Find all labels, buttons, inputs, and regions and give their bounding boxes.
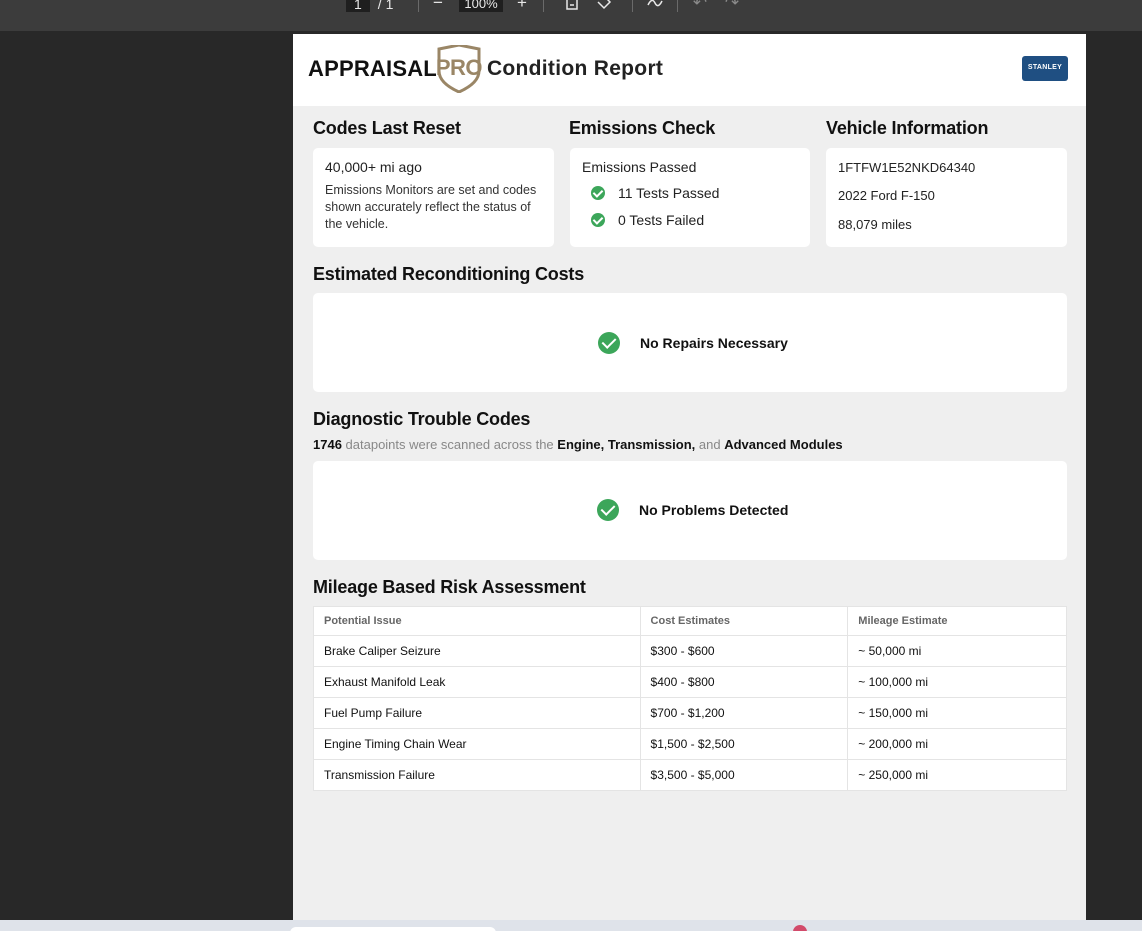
no-problems-label: No Problems Detected bbox=[639, 502, 789, 518]
toolbar-divider bbox=[632, 0, 633, 12]
reconditioning-title: Estimated Reconditioning Costs bbox=[313, 264, 585, 284]
emissions-check-title: Emissions Check bbox=[569, 118, 716, 138]
vehicle-model: 2022 Ford F-150 bbox=[838, 188, 935, 203]
codes-last-reset-value: 40,000+ mi ago bbox=[325, 159, 422, 175]
vehicle-information-title: Vehicle Information bbox=[826, 118, 989, 138]
cost-cell: $3,500 - $5,000 bbox=[639, 759, 849, 791]
codes-last-reset-card: 40,000+ mi ago Emissions Monitors are se… bbox=[313, 148, 554, 247]
cost-cell: $700 - $1,200 bbox=[639, 697, 849, 729]
pdf-toolbar: 1 / 1 − 100% + ↶ ↷ bbox=[0, 0, 1142, 31]
page-indicator: 1 / 1 bbox=[346, 0, 393, 12]
dtc-card: No Problems Detected bbox=[313, 461, 1067, 560]
issue-cell: Transmission Failure bbox=[313, 759, 641, 791]
total-pages: / 1 bbox=[377, 0, 394, 12]
check-circle-icon bbox=[598, 332, 620, 354]
report-header: APPRAISAL PRO Condition Report STANLEY bbox=[293, 34, 1086, 106]
no-repairs-message: No Repairs Necessary bbox=[598, 332, 788, 354]
taskbar bbox=[0, 920, 1142, 931]
dtc-modules-2: Advanced Modules bbox=[724, 437, 843, 452]
zoom-level-input[interactable]: 100% bbox=[459, 0, 503, 12]
cost-cell: $300 - $600 bbox=[639, 635, 849, 667]
header-mileage-estimate: Mileage Estimate bbox=[847, 606, 1067, 636]
mileage-cell: ~ 100,000 mi bbox=[847, 666, 1067, 698]
fit-page-icon[interactable] bbox=[562, 0, 582, 16]
report-page: APPRAISAL PRO Condition Report STANLEY C… bbox=[293, 34, 1086, 924]
dtc-text-1: datapoints were scanned across the bbox=[341, 437, 558, 452]
cost-cell: $1,500 - $2,500 bbox=[639, 728, 849, 760]
emissions-status: Emissions Passed bbox=[582, 159, 697, 175]
draw-icon[interactable] bbox=[645, 0, 665, 16]
zoom-in-button[interactable]: + bbox=[512, 0, 532, 13]
dtc-modules-1: Engine, Transmission, bbox=[557, 437, 696, 452]
issue-cell: Brake Caliper Seizure bbox=[313, 635, 641, 667]
rotate-icon[interactable] bbox=[594, 0, 614, 16]
tests-passed-row: 11 Tests Passed bbox=[591, 185, 719, 201]
emissions-check-card: Emissions Passed 11 Tests Passed 0 Tests… bbox=[570, 148, 810, 247]
dtc-count: 1746 bbox=[313, 437, 342, 452]
issue-cell: Exhaust Manifold Leak bbox=[313, 666, 641, 698]
brand-left: APPRAISAL bbox=[308, 56, 437, 81]
appraisal-pro-logo: APPRAISAL PRO Condition Report bbox=[308, 45, 663, 93]
table-row: Fuel Pump Failure $700 - $1,200 ~ 150,00… bbox=[313, 697, 1067, 729]
check-icon bbox=[591, 186, 605, 200]
check-circle-icon bbox=[597, 499, 619, 521]
vehicle-vin: 1FTFW1E52NKD64340 bbox=[838, 160, 976, 175]
header-cost-estimates: Cost Estimates bbox=[639, 606, 849, 636]
issue-cell: Engine Timing Chain Wear bbox=[313, 728, 641, 760]
tests-failed-row: 0 Tests Failed bbox=[591, 212, 704, 228]
mileage-cell: ~ 50,000 mi bbox=[847, 635, 1067, 667]
mileage-cell: ~ 250,000 mi bbox=[847, 759, 1067, 791]
header-potential-issue: Potential Issue bbox=[313, 606, 641, 636]
reconditioning-card: No Repairs Necessary bbox=[313, 293, 1067, 392]
dtc-text-2: and bbox=[695, 437, 725, 452]
dtc-title: Diagnostic Trouble Codes bbox=[313, 409, 531, 429]
vehicle-information-card: 1FTFW1E52NKD64340 2022 Ford F-150 88,079… bbox=[826, 148, 1067, 247]
toolbar-divider bbox=[677, 0, 678, 12]
redo-icon[interactable]: ↷ bbox=[722, 0, 742, 13]
no-problems-message: No Problems Detected bbox=[597, 499, 788, 521]
risk-assessment-title: Mileage Based Risk Assessment bbox=[313, 577, 586, 597]
shield-icon: PRO bbox=[435, 45, 483, 93]
cost-cell: $400 - $800 bbox=[639, 666, 849, 698]
brand-right: PRO bbox=[435, 55, 483, 80]
toolbar-divider bbox=[543, 0, 544, 12]
mileage-cell: ~ 200,000 mi bbox=[847, 728, 1067, 760]
dealer-name: STANLEY bbox=[1027, 64, 1063, 71]
toolbar-divider bbox=[418, 0, 419, 12]
vehicle-mileage: 88,079 miles bbox=[838, 217, 912, 232]
page-number-input[interactable]: 1 bbox=[346, 0, 370, 12]
report-title: Condition Report bbox=[486, 57, 664, 80]
dtc-summary: 1746 datapoints were scanned across the … bbox=[313, 437, 843, 452]
table-row: Brake Caliper Seizure $300 - $600 ~ 50,0… bbox=[313, 635, 1067, 667]
table-header-row: Potential Issue Cost Estimates Mileage E… bbox=[313, 606, 1067, 636]
tests-failed-label: 0 Tests Failed bbox=[618, 212, 705, 228]
check-icon bbox=[591, 213, 605, 227]
table-row: Exhaust Manifold Leak $400 - $800 ~ 100,… bbox=[313, 666, 1067, 698]
undo-icon[interactable]: ↶ bbox=[690, 0, 710, 13]
zoom-out-button[interactable]: − bbox=[428, 0, 448, 13]
risk-assessment-table: Potential Issue Cost Estimates Mileage E… bbox=[313, 606, 1067, 791]
issue-cell: Fuel Pump Failure bbox=[313, 697, 641, 729]
taskbar-tab[interactable] bbox=[290, 927, 496, 931]
mileage-cell: ~ 150,000 mi bbox=[847, 697, 1067, 729]
no-repairs-label: No Repairs Necessary bbox=[640, 335, 788, 351]
dealer-logo: STANLEY bbox=[1022, 56, 1068, 81]
codes-last-reset-description: Emissions Monitors are set and codes sho… bbox=[325, 183, 537, 231]
tests-passed-label: 11 Tests Passed bbox=[618, 185, 720, 201]
table-row: Transmission Failure $3,500 - $5,000 ~ 2… bbox=[313, 759, 1067, 791]
codes-last-reset-title: Codes Last Reset bbox=[313, 118, 461, 138]
table-row: Engine Timing Chain Wear $1,500 - $2,500… bbox=[313, 728, 1067, 760]
